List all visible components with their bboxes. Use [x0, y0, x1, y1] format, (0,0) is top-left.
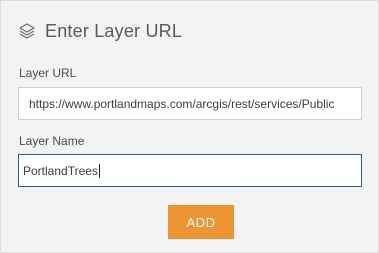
add-layer-panel: Enter Layer URL Layer URL https://www.po… — [0, 0, 379, 253]
layer-name-label: Layer Name — [19, 134, 85, 148]
add-button[interactable]: ADD — [168, 205, 234, 239]
panel-title: Enter Layer URL — [45, 20, 183, 41]
panel-header: Enter Layer URL — [18, 19, 182, 43]
layer-url-label: Layer URL — [19, 66, 77, 80]
text-caret — [98, 163, 100, 178]
layer-url-input[interactable]: https://www.portlandmaps.com/arcgis/rest… — [18, 87, 362, 120]
layer-name-value: PortlandTrees — [23, 163, 98, 178]
layer-name-input[interactable]: PortlandTrees — [18, 154, 362, 187]
layer-url-value: https://www.portlandmaps.com/arcgis/rest… — [29, 96, 335, 111]
layers-icon — [18, 22, 36, 40]
